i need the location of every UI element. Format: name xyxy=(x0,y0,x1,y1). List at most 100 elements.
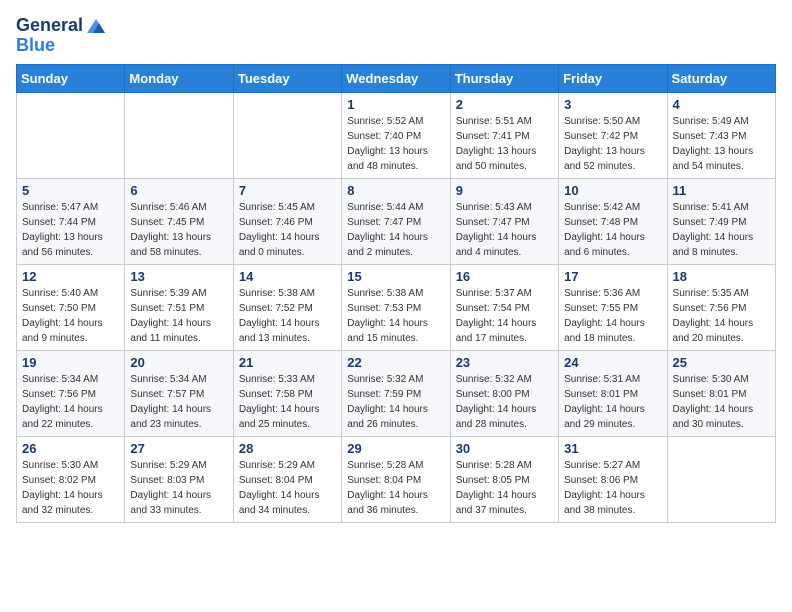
day-info: Sunrise: 5:34 AM Sunset: 7:56 PM Dayligh… xyxy=(22,372,119,432)
day-info: Sunrise: 5:49 AM Sunset: 7:43 PM Dayligh… xyxy=(673,114,770,174)
header-row: SundayMondayTuesdayWednesdayThursdayFrid… xyxy=(17,64,776,92)
day-info: Sunrise: 5:33 AM Sunset: 7:58 PM Dayligh… xyxy=(239,372,336,432)
day-cell: 12 Sunrise: 5:40 AM Sunset: 7:50 PM Dayli… xyxy=(17,264,125,350)
day-number: 4 xyxy=(673,97,770,112)
logo-general: General xyxy=(16,16,83,36)
day-number: 13 xyxy=(130,269,227,284)
day-number: 12 xyxy=(22,269,119,284)
day-cell xyxy=(233,92,341,178)
logo-blue: Blue xyxy=(16,36,55,56)
day-info: Sunrise: 5:52 AM Sunset: 7:40 PM Dayligh… xyxy=(347,114,444,174)
day-cell: 9 Sunrise: 5:43 AM Sunset: 7:47 PM Daylig… xyxy=(450,178,558,264)
day-number: 9 xyxy=(456,183,553,198)
day-info: Sunrise: 5:32 AM Sunset: 8:00 PM Dayligh… xyxy=(456,372,553,432)
day-cell: 11 Sunrise: 5:41 AM Sunset: 7:49 PM Dayli… xyxy=(667,178,775,264)
day-number: 1 xyxy=(347,97,444,112)
day-number: 15 xyxy=(347,269,444,284)
day-cell: 18 Sunrise: 5:35 AM Sunset: 7:56 PM Dayli… xyxy=(667,264,775,350)
week-row-3: 12 Sunrise: 5:40 AM Sunset: 7:50 PM Dayli… xyxy=(17,264,776,350)
day-number: 25 xyxy=(673,355,770,370)
day-info: Sunrise: 5:44 AM Sunset: 7:47 PM Dayligh… xyxy=(347,200,444,260)
day-cell: 4 Sunrise: 5:49 AM Sunset: 7:43 PM Daylig… xyxy=(667,92,775,178)
day-number: 18 xyxy=(673,269,770,284)
day-number: 28 xyxy=(239,441,336,456)
day-number: 19 xyxy=(22,355,119,370)
day-number: 20 xyxy=(130,355,227,370)
day-info: Sunrise: 5:50 AM Sunset: 7:42 PM Dayligh… xyxy=(564,114,661,174)
logo: General Blue xyxy=(16,16,107,56)
day-number: 31 xyxy=(564,441,661,456)
day-cell: 13 Sunrise: 5:39 AM Sunset: 7:51 PM Dayli… xyxy=(125,264,233,350)
day-cell: 10Sunrise: 5:42 AM Sunset: 7:48 PM Dayli… xyxy=(559,178,667,264)
day-info: Sunrise: 5:39 AM Sunset: 7:51 PM Dayligh… xyxy=(130,286,227,346)
day-number: 17 xyxy=(564,269,661,284)
header-cell-saturday: Saturday xyxy=(667,64,775,92)
header-cell-wednesday: Wednesday xyxy=(342,64,450,92)
day-cell xyxy=(667,436,775,522)
day-info: Sunrise: 5:38 AM Sunset: 7:53 PM Dayligh… xyxy=(347,286,444,346)
day-info: Sunrise: 5:43 AM Sunset: 7:47 PM Dayligh… xyxy=(456,200,553,260)
week-row-1: 1 Sunrise: 5:52 AM Sunset: 7:40 PM Daylig… xyxy=(17,92,776,178)
day-info: Sunrise: 5:46 AM Sunset: 7:45 PM Dayligh… xyxy=(130,200,227,260)
day-info: Sunrise: 5:27 AM Sunset: 8:06 PM Dayligh… xyxy=(564,458,661,518)
day-number: 16 xyxy=(456,269,553,284)
day-info: Sunrise: 5:47 AM Sunset: 7:44 PM Dayligh… xyxy=(22,200,119,260)
day-cell: 24 Sunrise: 5:31 AM Sunset: 8:01 PM Dayli… xyxy=(559,350,667,436)
day-number: 27 xyxy=(130,441,227,456)
day-info: Sunrise: 5:34 AM Sunset: 7:57 PM Dayligh… xyxy=(130,372,227,432)
day-cell: 22Sunrise: 5:32 AM Sunset: 7:59 PM Dayli… xyxy=(342,350,450,436)
day-number: 3 xyxy=(564,97,661,112)
day-cell xyxy=(125,92,233,178)
day-info: Sunrise: 5:32 AM Sunset: 7:59 PM Dayligh… xyxy=(347,372,444,432)
day-info: Sunrise: 5:41 AM Sunset: 7:49 PM Dayligh… xyxy=(673,200,770,260)
day-cell: 17 Sunrise: 5:36 AM Sunset: 7:55 PM Dayli… xyxy=(559,264,667,350)
day-info: Sunrise: 5:42 AM Sunset: 7:48 PM Dayligh… xyxy=(564,200,661,260)
day-info: Sunrise: 5:36 AM Sunset: 7:55 PM Dayligh… xyxy=(564,286,661,346)
week-row-4: 19 Sunrise: 5:34 AM Sunset: 7:56 PM Dayli… xyxy=(17,350,776,436)
day-cell: 2 Sunrise: 5:51 AM Sunset: 7:41 PM Daylig… xyxy=(450,92,558,178)
day-cell: 15 Sunrise: 5:38 AM Sunset: 7:53 PM Dayli… xyxy=(342,264,450,350)
day-number: 24 xyxy=(564,355,661,370)
day-info: Sunrise: 5:28 AM Sunset: 8:05 PM Dayligh… xyxy=(456,458,553,518)
header-cell-thursday: Thursday xyxy=(450,64,558,92)
header-cell-sunday: Sunday xyxy=(17,64,125,92)
day-cell: 6Sunrise: 5:46 AM Sunset: 7:45 PM Daylig… xyxy=(125,178,233,264)
day-cell: 26Sunrise: 5:30 AM Sunset: 8:02 PM Dayli… xyxy=(17,436,125,522)
day-number: 23 xyxy=(456,355,553,370)
day-number: 30 xyxy=(456,441,553,456)
day-cell: 29Sunrise: 5:28 AM Sunset: 8:04 PM Dayli… xyxy=(342,436,450,522)
day-cell xyxy=(17,92,125,178)
calendar-body: 1 Sunrise: 5:52 AM Sunset: 7:40 PM Daylig… xyxy=(17,92,776,522)
day-number: 29 xyxy=(347,441,444,456)
day-cell: 30 Sunrise: 5:28 AM Sunset: 8:05 PM Dayli… xyxy=(450,436,558,522)
logo-icon xyxy=(85,17,107,35)
day-cell: 5 Sunrise: 5:47 AM Sunset: 7:44 PM Daylig… xyxy=(17,178,125,264)
day-number: 8 xyxy=(347,183,444,198)
calendar-table: SundayMondayTuesdayWednesdayThursdayFrid… xyxy=(16,64,776,523)
day-number: 7 xyxy=(239,183,336,198)
day-info: Sunrise: 5:35 AM Sunset: 7:56 PM Dayligh… xyxy=(673,286,770,346)
day-cell: 3 Sunrise: 5:50 AM Sunset: 7:42 PM Daylig… xyxy=(559,92,667,178)
day-number: 11 xyxy=(673,183,770,198)
day-cell: 19 Sunrise: 5:34 AM Sunset: 7:56 PM Dayli… xyxy=(17,350,125,436)
day-info: Sunrise: 5:51 AM Sunset: 7:41 PM Dayligh… xyxy=(456,114,553,174)
day-cell: 20 Sunrise: 5:34 AM Sunset: 7:57 PM Dayli… xyxy=(125,350,233,436)
day-cell: 25 Sunrise: 5:30 AM Sunset: 8:01 PM Dayli… xyxy=(667,350,775,436)
day-number: 2 xyxy=(456,97,553,112)
day-info: Sunrise: 5:29 AM Sunset: 8:03 PM Dayligh… xyxy=(130,458,227,518)
day-cell: 16 Sunrise: 5:37 AM Sunset: 7:54 PM Dayli… xyxy=(450,264,558,350)
week-row-5: 26Sunrise: 5:30 AM Sunset: 8:02 PM Dayli… xyxy=(17,436,776,522)
day-number: 26 xyxy=(22,441,119,456)
day-info: Sunrise: 5:31 AM Sunset: 8:01 PM Dayligh… xyxy=(564,372,661,432)
day-cell: 7Sunrise: 5:45 AM Sunset: 7:46 PM Daylig… xyxy=(233,178,341,264)
day-cell: 8 Sunrise: 5:44 AM Sunset: 7:47 PM Daylig… xyxy=(342,178,450,264)
day-cell: 27 Sunrise: 5:29 AM Sunset: 8:03 PM Dayli… xyxy=(125,436,233,522)
day-number: 5 xyxy=(22,183,119,198)
calendar-header: SundayMondayTuesdayWednesdayThursdayFrid… xyxy=(17,64,776,92)
page-header: General Blue xyxy=(16,16,776,56)
day-info: Sunrise: 5:30 AM Sunset: 8:01 PM Dayligh… xyxy=(673,372,770,432)
day-info: Sunrise: 5:38 AM Sunset: 7:52 PM Dayligh… xyxy=(239,286,336,346)
day-info: Sunrise: 5:40 AM Sunset: 7:50 PM Dayligh… xyxy=(22,286,119,346)
day-info: Sunrise: 5:37 AM Sunset: 7:54 PM Dayligh… xyxy=(456,286,553,346)
day-cell: 28Sunrise: 5:29 AM Sunset: 8:04 PM Dayli… xyxy=(233,436,341,522)
